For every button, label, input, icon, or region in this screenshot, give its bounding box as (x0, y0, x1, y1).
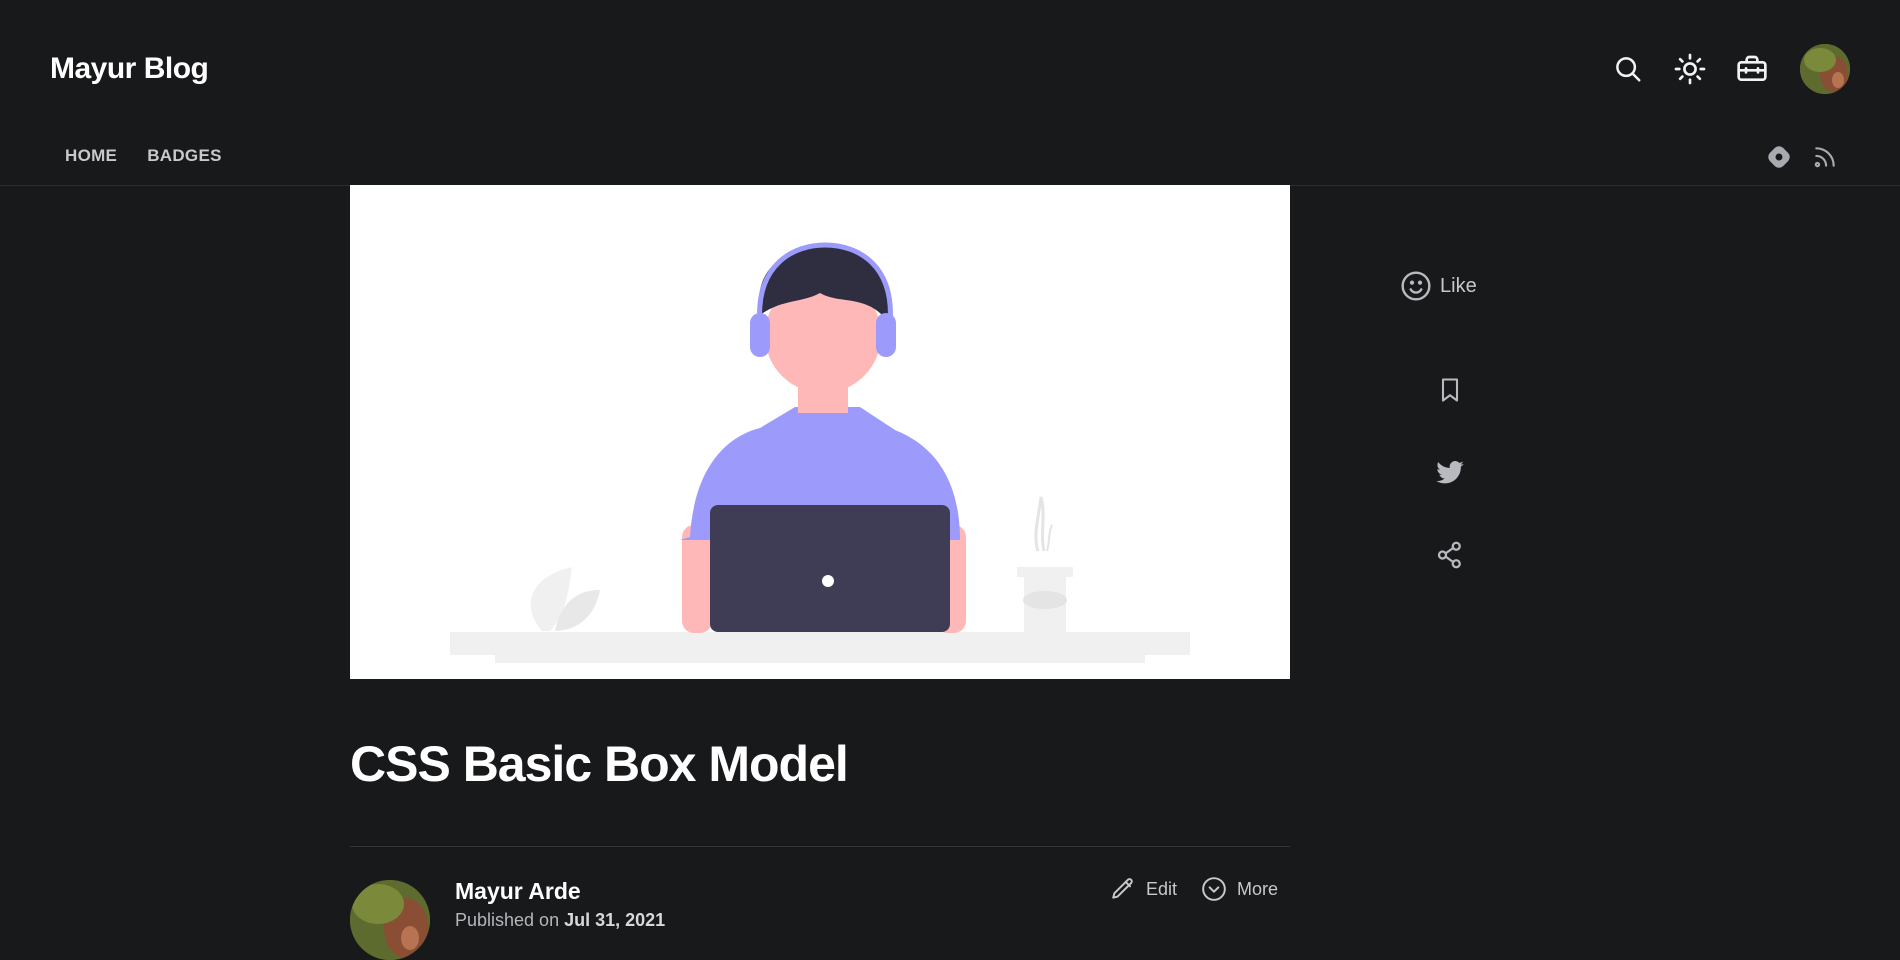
published-date-value: Jul 31, 2021 (564, 910, 666, 930)
blog-title[interactable]: Mayur Blog (50, 52, 209, 86)
like-button[interactable]: Like (1400, 270, 1530, 302)
edit-button[interactable]: Edit (1110, 876, 1177, 902)
post-actions: Edit More (1086, 876, 1278, 902)
main-nav: HOME BADGES (65, 146, 252, 166)
rss-icon[interactable] (1808, 140, 1842, 174)
hashnode-icon[interactable] (1762, 140, 1796, 174)
cover-image (350, 185, 1290, 679)
edit-label: Edit (1145, 878, 1177, 899)
toolbox-icon[interactable] (1732, 49, 1772, 89)
twitter-icon[interactable] (1430, 453, 1470, 493)
site-header: Mayur Blog HOME BADGES (0, 0, 1900, 186)
search-icon[interactable] (1608, 49, 1648, 89)
more-button[interactable]: More (1201, 876, 1278, 902)
share-icon[interactable] (1430, 535, 1470, 575)
author-avatar[interactable] (350, 880, 430, 960)
author-name[interactable]: Mayur Arde (455, 878, 581, 905)
nav-badges[interactable]: BADGES (147, 146, 222, 166)
published-prefix: Published on (455, 910, 560, 930)
bookmark-icon[interactable] (1430, 370, 1470, 410)
more-label: More (1236, 878, 1278, 899)
header-actions (1586, 44, 1850, 94)
like-label: Like (1440, 274, 1477, 297)
post-title: CSS Basic Box Model (350, 736, 849, 792)
nav-right-icons (1750, 140, 1842, 174)
published-date: Published on Jul 31, 2021 (455, 910, 665, 931)
user-avatar[interactable] (1800, 44, 1850, 94)
sun-icon[interactable] (1670, 49, 1710, 89)
nav-home[interactable]: HOME (65, 146, 117, 166)
title-divider (350, 846, 1290, 847)
post-side-actions: Like (1400, 270, 1530, 569)
